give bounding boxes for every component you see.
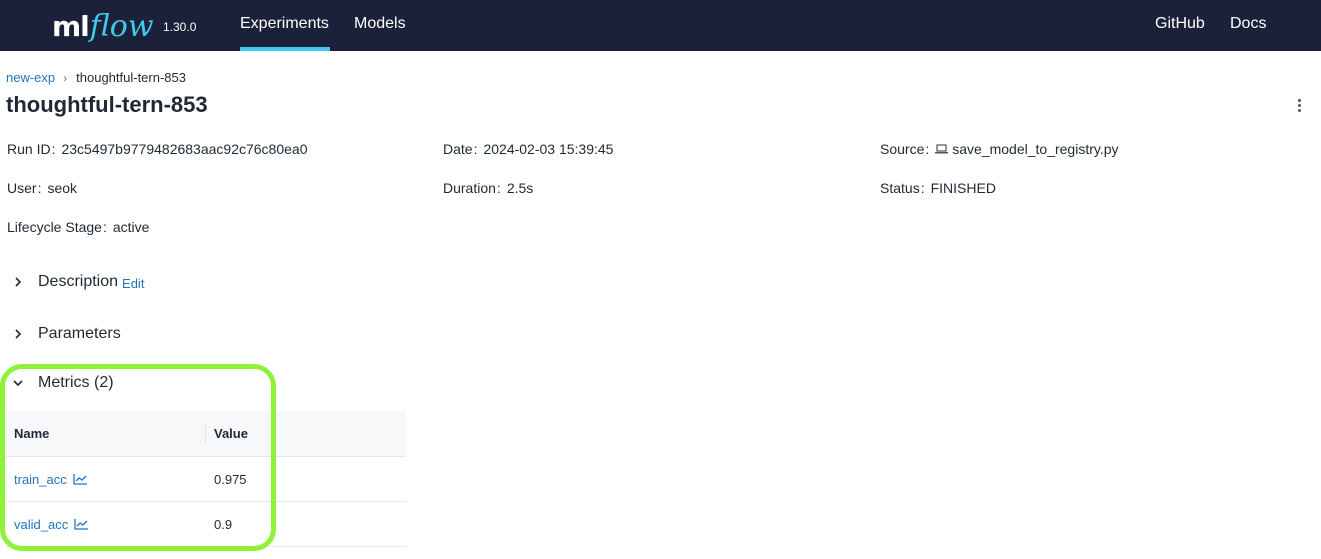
logo-flow-text: flow	[89, 9, 154, 44]
active-tab-indicator	[240, 47, 330, 51]
meta-date-value: 2024-02-03 15:39:45	[483, 141, 614, 157]
kebab-dot	[1297, 103, 1301, 107]
nav-docs[interactable]: Docs	[1230, 15, 1266, 33]
column-divider	[205, 424, 206, 443]
nav-models[interactable]: Models	[354, 15, 406, 33]
metrics-section-header[interactable]: Metrics (2)	[12, 374, 114, 392]
meta-run-id-value: 23c5497b9779482683aac92c76c80ea0	[61, 141, 308, 157]
metrics-table: Name Value train_acc 0.975 valid_acc 0.9	[6, 411, 406, 547]
meta-source-value: save_model_to_registry.py	[952, 141, 1119, 157]
meta-colon: :	[925, 141, 930, 157]
kebab-menu-icon[interactable]	[1292, 96, 1306, 114]
chevron-right-icon	[15, 329, 22, 339]
meta-colon: :	[37, 180, 42, 196]
kebab-dot	[1297, 108, 1301, 112]
description-edit-link[interactable]: Edit	[122, 276, 144, 291]
parameters-section-header[interactable]: Parameters	[12, 325, 121, 343]
meta-status-key: Status	[880, 180, 920, 196]
nav-github[interactable]: GitHub	[1155, 15, 1205, 33]
meta-source: Source: save_model_to_registry.py	[880, 141, 1119, 157]
meta-colon: :	[920, 180, 925, 196]
metric-name-cell: train_acc	[14, 457, 88, 501]
meta-lifecycle-value: active	[112, 219, 150, 235]
breadcrumb-experiment-link[interactable]: new-exp	[6, 70, 55, 85]
page-title: thoughtful-tern-853	[6, 92, 208, 117]
description-title: Description	[38, 273, 119, 290]
metric-link-valid-acc[interactable]: valid_acc	[14, 517, 68, 532]
top-navbar: ml flow 1.30.0 Experiments Models GitHub …	[0, 0, 1321, 51]
kebab-dot	[1297, 98, 1301, 102]
meta-colon: :	[102, 219, 107, 235]
meta-date-key: Date	[443, 141, 473, 157]
description-section-header[interactable]: Description Edit	[12, 273, 144, 291]
nav-experiments[interactable]: Experiments	[240, 15, 329, 33]
meta-duration: Duration: 2.5s	[443, 180, 533, 196]
metrics-table-header: Name Value	[6, 411, 406, 457]
meta-duration-key: Duration	[443, 180, 496, 196]
line-chart-icon[interactable]	[74, 518, 89, 530]
table-row: valid_acc 0.9	[6, 502, 406, 547]
meta-colon: :	[473, 141, 478, 157]
version-label: 1.30.0	[163, 20, 197, 34]
meta-date: Date: 2024-02-03 15:39:45	[443, 141, 613, 157]
metrics-title: Metrics (2)	[38, 374, 114, 391]
metric-value-cell: 0.975	[214, 471, 247, 487]
breadcrumb: new-exp › thoughtful-tern-853	[6, 70, 186, 85]
meta-user-key: User	[7, 180, 37, 196]
meta-colon: :	[51, 141, 56, 157]
meta-status-value: FINISHED	[930, 180, 996, 196]
chevron-right-icon	[15, 277, 22, 287]
column-header-value[interactable]: Value	[214, 411, 248, 456]
meta-status: Status: FINISHED	[880, 180, 996, 196]
meta-colon: :	[496, 180, 501, 196]
chevron-down-icon	[13, 380, 23, 387]
parameters-title: Parameters	[38, 325, 121, 342]
metric-name-cell: valid_acc	[14, 502, 89, 546]
meta-lifecycle-key: Lifecycle Stage	[7, 219, 102, 235]
meta-run-id: Run ID: 23c5497b9779482683aac92c76c80ea0	[7, 141, 307, 157]
column-header-name[interactable]: Name	[14, 411, 49, 456]
meta-source-key: Source	[880, 141, 925, 157]
metric-value-cell: 0.9	[214, 516, 233, 532]
meta-run-id-key: Run ID	[7, 141, 51, 157]
meta-duration-value: 2.5s	[506, 180, 534, 196]
laptop-icon	[935, 144, 949, 154]
meta-user-value: seok	[47, 180, 78, 196]
line-chart-icon[interactable]	[73, 473, 88, 485]
breadcrumb-separator: ›	[63, 70, 68, 85]
table-row: train_acc 0.975	[6, 457, 406, 502]
mlflow-logo[interactable]: ml flow	[52, 6, 154, 42]
meta-user: User: seok	[7, 180, 77, 196]
meta-lifecycle: Lifecycle Stage: active	[7, 219, 149, 235]
metric-link-train-acc[interactable]: train_acc	[14, 472, 67, 487]
logo-ml-text: ml	[52, 10, 90, 43]
breadcrumb-current-run: thoughtful-tern-853	[76, 70, 186, 85]
